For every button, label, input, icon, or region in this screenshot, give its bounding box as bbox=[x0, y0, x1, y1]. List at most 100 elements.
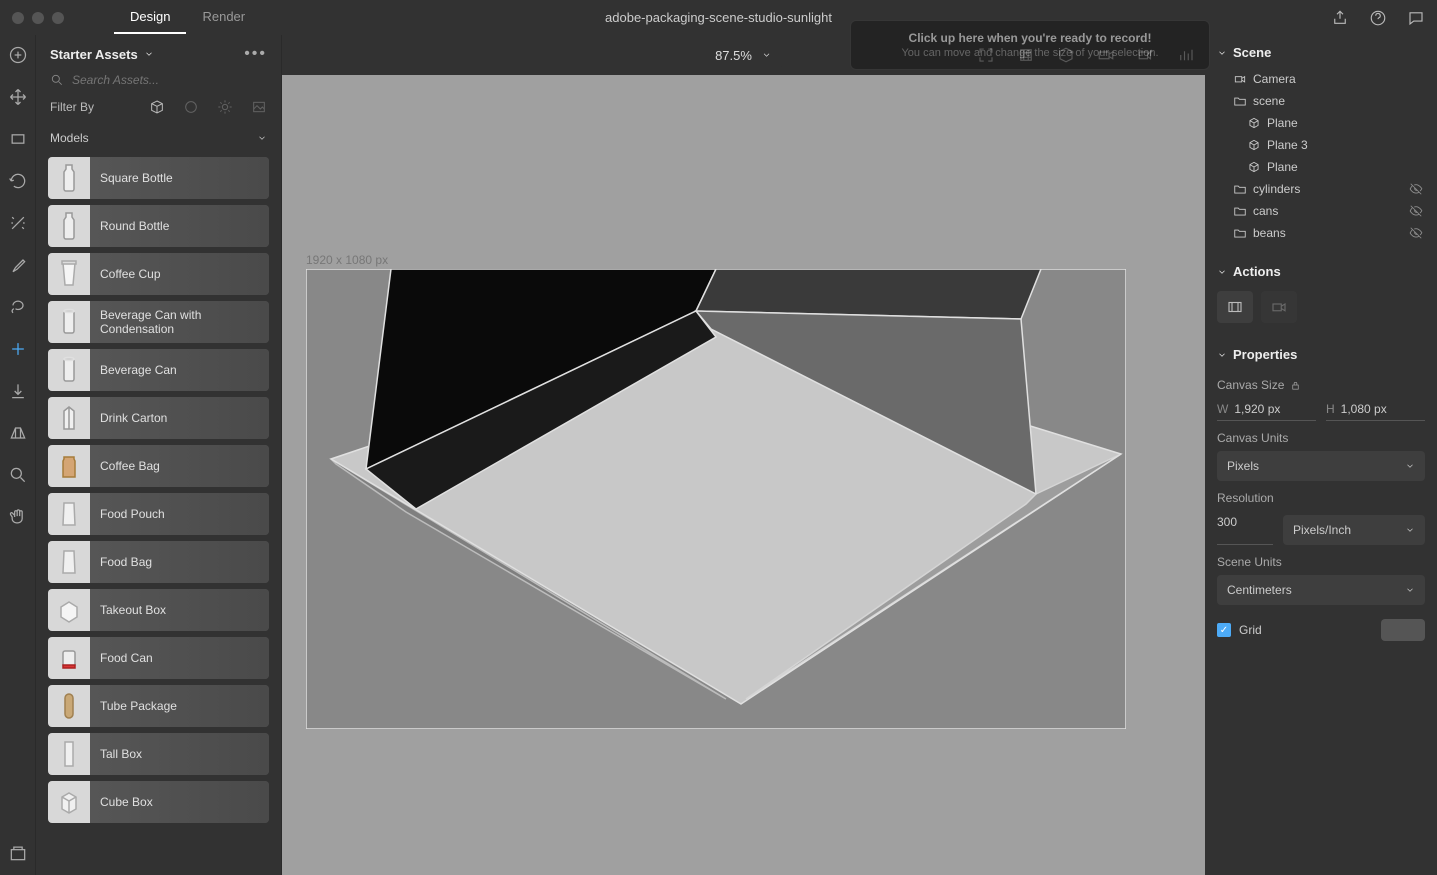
title-bar: Design Render adobe-packaging-scene-stud… bbox=[0, 0, 1437, 35]
asset-label: Round Bottle bbox=[90, 205, 269, 247]
tree-row[interactable]: Plane bbox=[1213, 112, 1429, 134]
wand-tool[interactable] bbox=[8, 213, 28, 233]
asset-item[interactable]: Food Bag bbox=[48, 541, 269, 583]
canvas-units-select[interactable]: Pixels bbox=[1217, 451, 1425, 481]
viewport[interactable]: 87.5% 1920 x 1080 px bbox=[282, 35, 1205, 875]
perspective-tool[interactable] bbox=[8, 423, 28, 443]
filter-lights-icon[interactable] bbox=[217, 99, 233, 115]
tool-rail bbox=[0, 35, 36, 875]
height-input[interactable]: H1,080 px bbox=[1326, 398, 1425, 421]
scene-units-select[interactable]: Centimeters bbox=[1217, 575, 1425, 605]
models-dropdown[interactable]: Models bbox=[36, 123, 281, 153]
filter-images-icon[interactable] bbox=[251, 99, 267, 115]
frame-tool[interactable] bbox=[8, 129, 28, 149]
asset-label: Food Bag bbox=[90, 541, 269, 583]
asset-item[interactable]: Food Can bbox=[48, 637, 269, 679]
scene-section-header[interactable]: Scene bbox=[1205, 35, 1437, 66]
asset-item[interactable]: Food Pouch bbox=[48, 493, 269, 535]
asset-item[interactable]: Tube Package bbox=[48, 685, 269, 727]
tree-row[interactable]: scene bbox=[1213, 90, 1429, 112]
resolution-label: Resolution bbox=[1217, 491, 1425, 505]
zoom-dropdown[interactable]: 87.5% bbox=[705, 42, 782, 69]
tab-render[interactable]: Render bbox=[186, 1, 261, 34]
share-icon[interactable] bbox=[1331, 9, 1349, 27]
asset-thumbnail bbox=[48, 541, 90, 583]
asset-label: Drink Carton bbox=[90, 397, 269, 439]
move-tool[interactable] bbox=[8, 87, 28, 107]
asset-label: Beverage Can bbox=[90, 349, 269, 391]
asset-item[interactable]: Beverage Can with Condensation bbox=[48, 301, 269, 343]
add-tool[interactable] bbox=[8, 45, 28, 65]
width-input[interactable]: W1,920 px bbox=[1217, 398, 1316, 421]
minimize-window[interactable] bbox=[32, 12, 44, 24]
tree-row[interactable]: beans bbox=[1213, 222, 1429, 244]
ground-tool[interactable] bbox=[8, 381, 28, 401]
filter-models-icon[interactable] bbox=[149, 99, 165, 115]
asset-search bbox=[36, 73, 281, 95]
lasso-tool[interactable] bbox=[8, 297, 28, 317]
tree-row[interactable]: Plane 3 bbox=[1213, 134, 1429, 156]
tab-design[interactable]: Design bbox=[114, 1, 186, 34]
chevron-down-icon bbox=[1217, 48, 1227, 58]
panel-more-icon[interactable]: ••• bbox=[244, 45, 267, 63]
visibility-off-icon[interactable] bbox=[1409, 204, 1423, 218]
tree-row[interactable]: cans bbox=[1213, 200, 1429, 222]
asset-item[interactable]: Beverage Can bbox=[48, 349, 269, 391]
asset-thumbnail bbox=[48, 637, 90, 679]
asset-thumbnail bbox=[48, 253, 90, 295]
render-frame bbox=[306, 269, 1126, 729]
asset-label: Food Can bbox=[90, 637, 269, 679]
eyedropper-tool[interactable] bbox=[8, 255, 28, 275]
action-frame-button[interactable] bbox=[1217, 291, 1253, 323]
resolution-input[interactable]: 300 bbox=[1217, 511, 1273, 545]
window-controls bbox=[12, 12, 64, 24]
tree-label: Plane 3 bbox=[1267, 138, 1308, 152]
library-tool[interactable] bbox=[8, 843, 28, 863]
asset-item[interactable]: Coffee Cup bbox=[48, 253, 269, 295]
comment-icon[interactable] bbox=[1407, 9, 1425, 27]
asset-label: Coffee Bag bbox=[90, 445, 269, 487]
properties-section-header[interactable]: Properties bbox=[1205, 337, 1437, 368]
visibility-off-icon[interactable] bbox=[1409, 182, 1423, 196]
asset-thumbnail bbox=[48, 445, 90, 487]
rotate-tool[interactable] bbox=[8, 171, 28, 191]
filter-materials-icon[interactable] bbox=[183, 99, 199, 115]
tooltip-subtext: You can move and change the size of your… bbox=[865, 47, 1195, 59]
asset-thumbnail bbox=[48, 205, 90, 247]
grid-color-swatch[interactable] bbox=[1381, 619, 1425, 641]
hand-tool[interactable] bbox=[8, 507, 28, 527]
asset-item[interactable]: Takeout Box bbox=[48, 589, 269, 631]
asset-thumbnail bbox=[48, 781, 90, 823]
asset-label: Tall Box bbox=[90, 733, 269, 775]
tree-row[interactable]: Camera bbox=[1213, 68, 1429, 90]
assets-panel-title[interactable]: Starter Assets bbox=[50, 47, 154, 62]
asset-item[interactable]: Drink Carton bbox=[48, 397, 269, 439]
asset-item[interactable]: Round Bottle bbox=[48, 205, 269, 247]
grid-label: Grid bbox=[1239, 623, 1262, 637]
lock-icon[interactable] bbox=[1290, 380, 1301, 391]
resolution-units-select[interactable]: Pixels/Inch bbox=[1283, 515, 1425, 545]
action-camera-button[interactable] bbox=[1261, 291, 1297, 323]
asset-item[interactable]: Coffee Bag bbox=[48, 445, 269, 487]
asset-item[interactable]: Tall Box bbox=[48, 733, 269, 775]
maximize-window[interactable] bbox=[52, 12, 64, 24]
actions-section-header[interactable]: Actions bbox=[1205, 254, 1437, 285]
close-window[interactable] bbox=[12, 12, 24, 24]
asset-item[interactable]: Cube Box bbox=[48, 781, 269, 823]
chevron-down-icon bbox=[1405, 525, 1415, 535]
document-title: adobe-packaging-scene-studio-sunlight bbox=[605, 10, 832, 25]
visibility-off-icon[interactable] bbox=[1409, 226, 1423, 240]
search-input[interactable] bbox=[72, 73, 267, 87]
plus-tool[interactable] bbox=[8, 339, 28, 359]
grid-checkbox[interactable]: ✓ bbox=[1217, 623, 1231, 637]
asset-item[interactable]: Square Bottle bbox=[48, 157, 269, 199]
help-icon[interactable] bbox=[1369, 9, 1387, 27]
chevron-down-icon bbox=[257, 133, 267, 143]
scene-units-label: Scene Units bbox=[1217, 555, 1425, 569]
tree-row[interactable]: cylinders bbox=[1213, 178, 1429, 200]
right-panel: Scene CamerascenePlanePlane 3Planecylind… bbox=[1205, 35, 1437, 875]
asset-list[interactable]: Square Bottle Round Bottle Coffee Cup Bever… bbox=[36, 153, 281, 875]
search-tool[interactable] bbox=[8, 465, 28, 485]
tree-row[interactable]: Plane bbox=[1213, 156, 1429, 178]
tree-label: beans bbox=[1253, 226, 1286, 240]
